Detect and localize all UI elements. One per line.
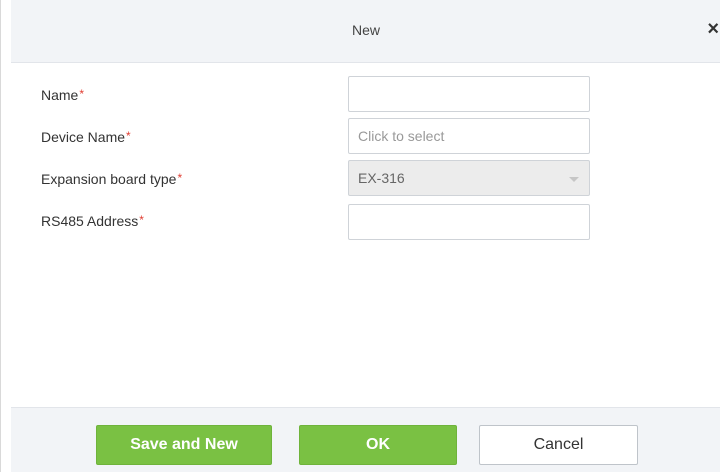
dialog-header: New × bbox=[11, 0, 720, 63]
chevron-down-icon bbox=[569, 177, 579, 182]
device-name-placeholder: Click to select bbox=[358, 128, 445, 144]
rs485-address-label-text: RS485 Address bbox=[41, 213, 139, 229]
device-name-select[interactable]: Click to select bbox=[348, 118, 590, 154]
rs485-address-input[interactable] bbox=[348, 204, 590, 240]
required-mark: * bbox=[126, 129, 131, 143]
expansion-board-type-value: EX-316 bbox=[358, 170, 405, 186]
name-input[interactable] bbox=[348, 76, 590, 112]
dialog-title: New bbox=[351, 22, 380, 38]
device-name-label: Device Name* bbox=[41, 129, 131, 145]
save-and-new-button[interactable]: Save and New bbox=[96, 425, 272, 465]
device-name-label-text: Device Name bbox=[41, 129, 126, 145]
name-label: Name* bbox=[41, 87, 84, 103]
required-mark: * bbox=[79, 87, 85, 101]
dialog-footer: Save and New OK Cancel bbox=[11, 407, 720, 472]
expansion-board-type-label: Expansion board type* bbox=[41, 171, 182, 187]
rs485-address-label: RS485 Address* bbox=[41, 213, 144, 229]
required-mark: * bbox=[139, 213, 144, 227]
ok-button[interactable]: OK bbox=[299, 425, 457, 465]
expansion-board-type-label-text: Expansion board type bbox=[41, 171, 177, 187]
expansion-board-type-select: EX-316 bbox=[348, 160, 590, 196]
close-icon[interactable]: × bbox=[707, 19, 719, 39]
dialog-body: Name* Device Name* Click to select Expan… bbox=[11, 63, 720, 407]
new-dialog: New × Name* Device Name* Click to select… bbox=[0, 0, 720, 472]
name-label-text: Name bbox=[41, 87, 79, 103]
cancel-button[interactable]: Cancel bbox=[479, 425, 638, 465]
required-mark: * bbox=[177, 171, 183, 185]
